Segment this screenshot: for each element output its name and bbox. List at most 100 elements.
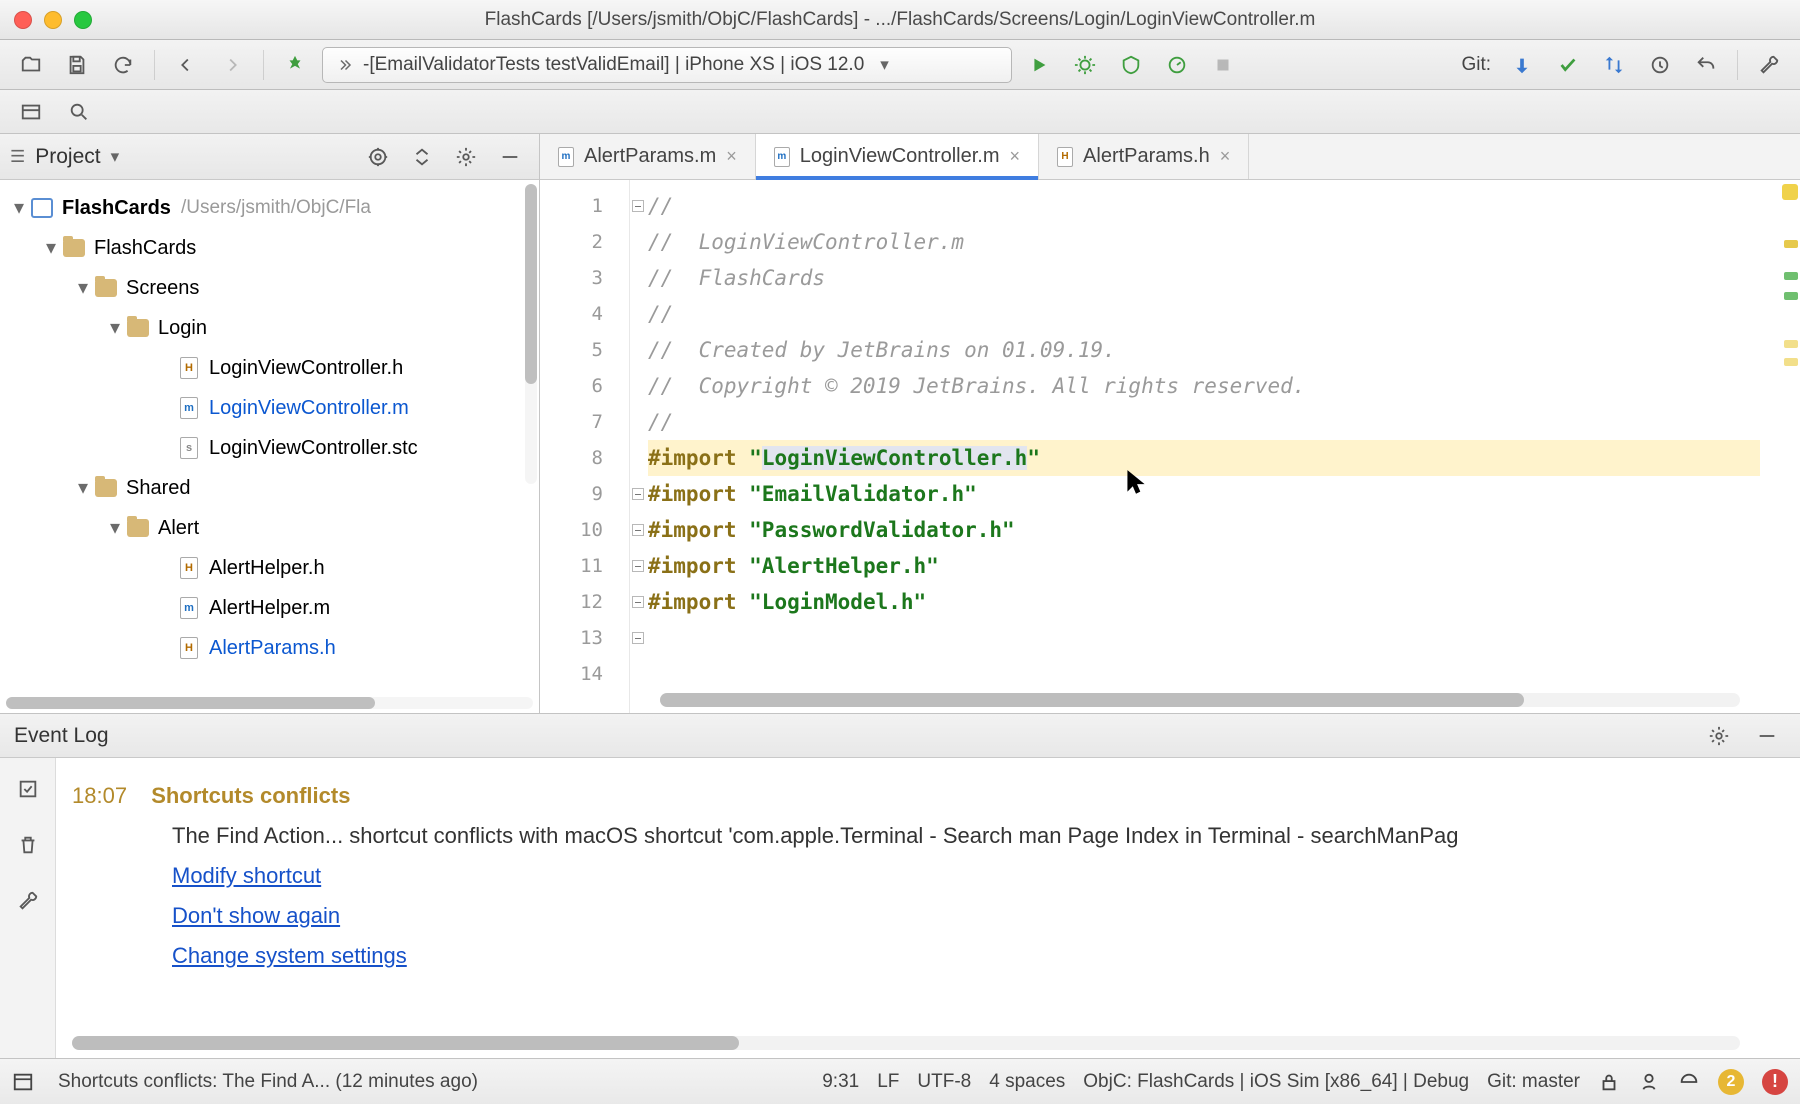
coverage-icon[interactable] [1112, 48, 1150, 82]
mark-read-icon[interactable] [11, 772, 45, 806]
vcs-compare-icon[interactable] [1595, 48, 1633, 82]
run-configuration-dropdown[interactable]: -[EmailValidatorTests testValidEmail] | … [322, 47, 1012, 83]
save-all-icon[interactable] [58, 48, 96, 82]
history-icon[interactable] [1641, 48, 1679, 82]
code-line[interactable]: // [648, 188, 1760, 224]
project-view-icon[interactable]: ☰ [10, 147, 25, 167]
scrollbar-horizontal[interactable] [660, 693, 1740, 707]
toggle-toolwindow-icon[interactable] [14, 96, 48, 128]
inspection-status-icon[interactable] [1782, 184, 1798, 200]
indent[interactable]: 4 spaces [989, 1071, 1065, 1093]
scrollbar-horizontal[interactable] [72, 1036, 1740, 1050]
lock-icon[interactable] [1598, 1071, 1620, 1093]
code-line[interactable]: #import "AlertHelper.h" [648, 548, 1760, 584]
locate-icon[interactable] [359, 140, 397, 174]
close-icon[interactable]: × [1220, 146, 1231, 167]
gear-icon[interactable] [1700, 719, 1738, 753]
close-window-button[interactable] [14, 11, 32, 29]
line-number[interactable]: 13 [540, 620, 629, 656]
line-number[interactable]: 5 [540, 332, 629, 368]
scrollbar-horizontal[interactable] [6, 697, 533, 709]
line-number[interactable]: 7 [540, 404, 629, 440]
code-line[interactable]: // FlashCards [648, 260, 1760, 296]
line-number[interactable]: 12 [540, 584, 629, 620]
code-area[interactable]: 1234567891011121314 //// LoginViewContro… [540, 180, 1800, 713]
tree-item[interactable]: LoginViewController.stc [0, 428, 539, 468]
disclosure-triangle-icon[interactable]: ▾ [72, 468, 94, 508]
warning-badge[interactable]: 2 [1718, 1069, 1744, 1095]
code-line[interactable]: #import "EmailValidator.h" [648, 476, 1760, 512]
fold-toggle-icon[interactable] [632, 488, 644, 500]
expand-all-icon[interactable] [403, 140, 441, 174]
chevron-down-icon[interactable]: ▾ [111, 147, 120, 167]
line-number[interactable]: 2 [540, 224, 629, 260]
hide-icon[interactable] [491, 140, 529, 174]
fold-toggle-icon[interactable] [632, 200, 644, 212]
line-number[interactable]: 8 [540, 440, 629, 476]
inspector-icon[interactable] [1638, 1071, 1660, 1093]
project-title[interactable]: Project [35, 145, 100, 169]
code-line[interactable]: // Copyright © 2019 JetBrains. All right… [648, 368, 1760, 404]
git-branch[interactable]: Git: master [1487, 1071, 1580, 1093]
disclosure-triangle-icon[interactable]: ▾ [72, 268, 94, 308]
disclosure-triangle-icon[interactable]: ▾ [40, 228, 62, 268]
toolwindows-icon[interactable] [12, 1071, 34, 1093]
tree-item[interactable]: ▾Screens [0, 268, 539, 308]
close-icon[interactable]: × [1010, 146, 1021, 167]
fold-toggle-icon[interactable] [632, 524, 644, 536]
tree-item[interactable]: AlertHelper.h [0, 548, 539, 588]
event-link-dontshow[interactable]: Don't show again [172, 903, 340, 928]
sync-icon[interactable] [104, 48, 142, 82]
event-log-content[interactable]: 18:07 Shortcuts conflicts The Find Actio… [56, 758, 1800, 1058]
build-config[interactable]: ObjC: FlashCards | iOS Sim [x86_64] | De… [1083, 1071, 1469, 1093]
status-message[interactable]: Shortcuts conflicts: The Find A... (12 m… [58, 1071, 478, 1093]
tree-item[interactable]: ▾Login [0, 308, 539, 348]
tree-item[interactable]: AlertHelper.m [0, 588, 539, 628]
tree-item[interactable]: ▾Alert [0, 508, 539, 548]
tree-root[interactable]: ▾ FlashCards /Users/jsmith/ObjC/Fla [0, 188, 539, 228]
undo-icon[interactable] [1687, 48, 1725, 82]
editor-tab[interactable]: AlertParams.h× [1039, 134, 1249, 179]
line-number[interactable]: 14 [540, 656, 629, 692]
gear-icon[interactable] [447, 140, 485, 174]
code-line[interactable]: // Created by JetBrains on 01.09.19. [648, 332, 1760, 368]
code-line[interactable]: // [648, 296, 1760, 332]
settings-wrench-icon[interactable] [11, 884, 45, 918]
scrollbar-vertical[interactable] [525, 184, 537, 484]
event-link-change[interactable]: Change system settings [172, 943, 407, 968]
search-everywhere-icon[interactable] [62, 96, 96, 128]
code-line[interactable]: #import "LoginModel.h" [648, 584, 1760, 620]
fold-toggle-icon[interactable] [632, 560, 644, 572]
encoding[interactable]: UTF-8 [917, 1071, 971, 1093]
tree-item[interactable]: ▾FlashCards [0, 228, 539, 268]
line-number[interactable]: 6 [540, 368, 629, 404]
event-log-title[interactable]: Event Log [14, 724, 109, 748]
code-line[interactable]: #import "PasswordValidator.h" [648, 512, 1760, 548]
gutter[interactable]: 1234567891011121314 [540, 180, 630, 713]
editor-tab[interactable]: LoginViewController.m× [756, 134, 1039, 179]
line-ending[interactable]: LF [877, 1071, 899, 1093]
code-text[interactable]: //// LoginViewController.m// FlashCards/… [648, 188, 1760, 620]
cursor-position[interactable]: 9:31 [822, 1071, 859, 1093]
memory-icon[interactable] [1678, 1071, 1700, 1093]
run-icon[interactable] [1020, 48, 1058, 82]
hide-icon[interactable] [1748, 719, 1786, 753]
vcs-update-icon[interactable] [1503, 48, 1541, 82]
line-number[interactable]: 1 [540, 188, 629, 224]
code-line[interactable]: #import "LoginViewController.h" [648, 440, 1760, 476]
debug-icon[interactable] [1066, 48, 1104, 82]
disclosure-triangle-icon[interactable]: ▾ [104, 308, 126, 348]
profile-icon[interactable] [1158, 48, 1196, 82]
line-number[interactable]: 11 [540, 548, 629, 584]
tree-item[interactable]: AlertParams.h [0, 628, 539, 668]
trash-icon[interactable] [11, 828, 45, 862]
tree-item[interactable]: ▾Shared [0, 468, 539, 508]
vcs-commit-icon[interactable] [1549, 48, 1587, 82]
tree-item[interactable]: LoginViewController.h [0, 348, 539, 388]
settings-wrench-icon[interactable] [1750, 48, 1788, 82]
code-line[interactable]: // [648, 404, 1760, 440]
zoom-window-button[interactable] [74, 11, 92, 29]
minimize-window-button[interactable] [44, 11, 62, 29]
nav-back-icon[interactable] [167, 48, 205, 82]
build-icon[interactable] [276, 48, 314, 82]
